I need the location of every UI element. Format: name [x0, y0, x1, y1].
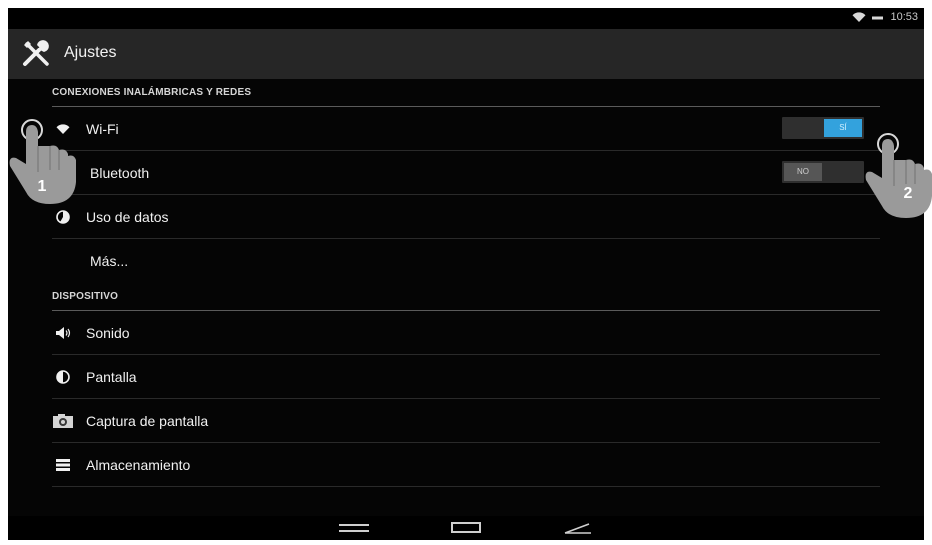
tap-hand-1-icon: 1: [9, 119, 77, 204]
action-bar: Ajustes: [8, 29, 924, 79]
settings-item-display[interactable]: Pantalla: [52, 355, 880, 399]
settings-item-wifi[interactable]: Wi-Fi SÍ: [52, 107, 880, 151]
home-nav-button[interactable]: [446, 520, 486, 536]
battery-icon: [872, 16, 884, 20]
bluetooth-toggle[interactable]: NO: [782, 161, 864, 183]
callout-number-1: 1: [38, 178, 47, 195]
settings-item-label: Wi-Fi: [86, 121, 119, 137]
back-icon: [564, 523, 591, 534]
settings-item-more[interactable]: Más...: [52, 239, 880, 283]
settings-item-label: Almacenamiento: [86, 457, 191, 473]
section-header-device: DISPOSITIVO: [52, 283, 880, 311]
toggle-state-label: NO: [784, 163, 822, 181]
settings-item-label: Captura de pantalla: [86, 413, 209, 429]
back-nav-button[interactable]: [558, 520, 598, 536]
settings-item-label: Sonido: [86, 325, 130, 341]
settings-list: CONEXIONES INALÁMBRICAS Y REDES Wi-Fi SÍ…: [8, 79, 924, 516]
menu-nav-button[interactable]: [334, 520, 374, 536]
page-title: Ajustes: [64, 44, 117, 61]
settings-tools-icon[interactable]: [20, 37, 52, 69]
settings-item-bluetooth[interactable]: Bluetooth NO: [52, 151, 880, 195]
wifi-signal-icon: [852, 11, 866, 22]
settings-item-data-usage[interactable]: Uso de datos: [52, 195, 880, 239]
home-icon: [451, 522, 481, 533]
status-bar: 10:53: [8, 8, 924, 29]
toggle-state-label: SÍ: [824, 119, 862, 137]
navigation-bar: [8, 516, 924, 540]
settings-item-sound[interactable]: Sonido: [52, 311, 880, 355]
settings-item-label: Pantalla: [86, 369, 137, 385]
section-header-wireless: CONEXIONES INALÁMBRICAS Y REDES: [52, 79, 880, 107]
settings-item-label: Más...: [90, 253, 129, 269]
menu-icon: [339, 524, 369, 532]
settings-item-label: Uso de datos: [86, 209, 169, 225]
brightness-icon: [54, 369, 72, 385]
speaker-icon: [54, 325, 72, 341]
storage-icon: [54, 457, 72, 473]
camera-icon: [52, 413, 74, 429]
wifi-toggle[interactable]: SÍ: [782, 117, 864, 139]
tap-hand-2-icon: 2: [865, 133, 932, 218]
settings-screen: 10:53 Ajustes CONEXIONES INALÁMBRICAS Y …: [8, 8, 924, 540]
settings-item-screenshot[interactable]: Captura de pantalla: [52, 399, 880, 443]
settings-item-storage[interactable]: Almacenamiento: [52, 443, 880, 487]
status-time: 10:53: [890, 11, 918, 23]
callout-number-2: 2: [904, 185, 913, 202]
settings-item-label: Bluetooth: [90, 165, 150, 181]
